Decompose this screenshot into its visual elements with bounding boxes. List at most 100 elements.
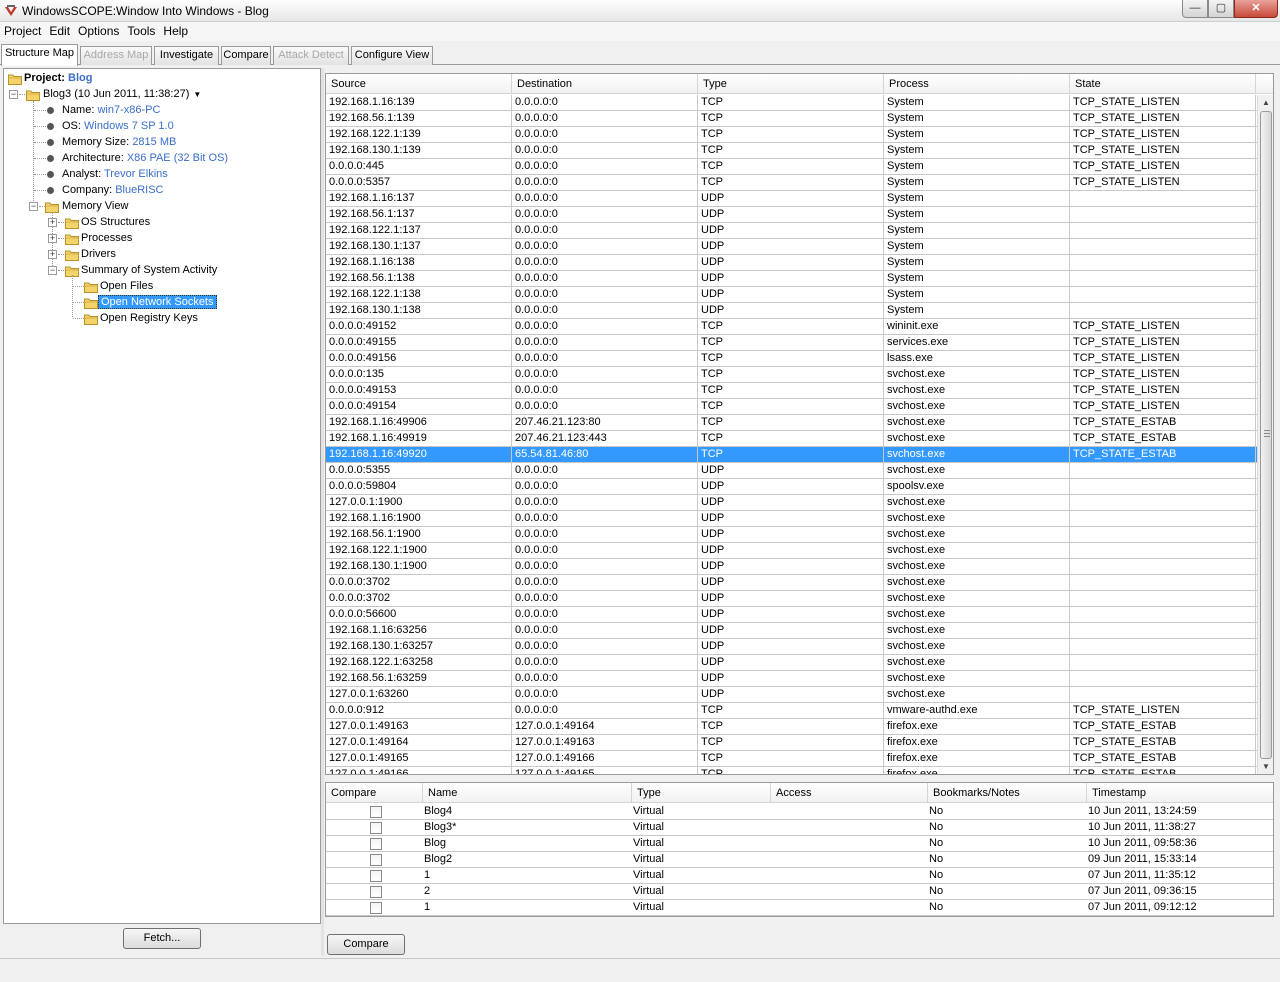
table-row[interactable]: 192.168.1.16:49920 65.54.81.46:80 TCP svcho… [326, 447, 1258, 463]
compare-checkbox[interactable] [370, 902, 382, 914]
table-row[interactable]: 192.168.122.1:138 0.0.0.0:0 UDP System [326, 287, 1258, 303]
expand-icon[interactable]: + [48, 218, 57, 227]
compare-checkbox[interactable] [370, 822, 382, 834]
table-row[interactable]: Blog2 Virtual No 09 Jun 2011, 15:33:14 [326, 852, 1273, 868]
tab-structure-map[interactable]: Structure Map [1, 44, 78, 66]
compare-button[interactable]: Compare [327, 934, 405, 955]
name-column-header[interactable]: Name [423, 783, 632, 803]
table-row[interactable]: 192.168.130.1:137 0.0.0.0:0 UDP System [326, 239, 1258, 255]
property-node[interactable]: Company: BlueRISC [62, 182, 164, 198]
property-node[interactable]: Name: win7-x86-PC [62, 102, 160, 118]
property-node[interactable]: Memory Size: 2815 MB [62, 134, 176, 150]
memory-view-collapse-icon[interactable]: − [29, 202, 38, 211]
table-row[interactable]: 127.0.0.1:49166 127.0.0.1:49165 TCP firefox… [326, 767, 1258, 774]
table-row[interactable]: 192.168.56.1:63259 0.0.0.0:0 UDP svchost.ex… [326, 671, 1258, 687]
table-row[interactable]: 127.0.0.1:49164 127.0.0.1:49163 TCP firefox… [326, 735, 1258, 751]
table-row[interactable]: 0.0.0.0:49156 0.0.0.0:0 TCP lsass.exe TCP_ST… [326, 351, 1258, 367]
property-node[interactable]: OS: Windows 7 SP 1.0 [62, 118, 174, 134]
summary-node[interactable]: Summary of System Activity [81, 262, 217, 278]
table-row[interactable]: 0.0.0.0:3702 0.0.0.0:0 UDP svchost.exe [326, 591, 1258, 607]
process-column-header[interactable]: Process [884, 74, 1070, 94]
destination-column-header[interactable]: Destination [512, 74, 698, 94]
processes-node[interactable]: Processes [81, 230, 132, 246]
table-row[interactable]: 1 Virtual No 07 Jun 2011, 09:12:12 [326, 900, 1273, 916]
type-column-header[interactable]: Type [698, 74, 884, 94]
menu-edit[interactable]: Edit [45, 22, 74, 41]
table-row[interactable]: 1 Virtual No 07 Jun 2011, 11:35:12 [326, 868, 1273, 884]
table-row[interactable]: 192.168.1.16:138 0.0.0.0:0 UDP System [326, 255, 1258, 271]
compare-checkbox[interactable] [370, 854, 382, 866]
table-row[interactable]: Blog Virtual No 10 Jun 2011, 09:58:36 [326, 836, 1273, 852]
open-files-node[interactable]: Open Files [100, 278, 153, 294]
project-node[interactable]: Project: Blog [24, 70, 92, 86]
table-row[interactable]: 192.168.1.16:137 0.0.0.0:0 UDP System [326, 191, 1258, 207]
vertical-scrollbar[interactable]: ▲ ▼ [1257, 95, 1273, 774]
table-row[interactable]: 0.0.0.0:49154 0.0.0.0:0 TCP svchost.exe TCP_… [326, 399, 1258, 415]
table-row[interactable]: 192.168.1.16:139 0.0.0.0:0 TCP System TCP_ST… [326, 95, 1258, 111]
table-row[interactable]: 0.0.0.0:912 0.0.0.0:0 TCP vmware-authd.exe T… [326, 703, 1258, 719]
tab-configure-view[interactable]: Configure View [351, 46, 433, 65]
table-row[interactable]: 192.168.130.1:138 0.0.0.0:0 UDP System [326, 303, 1258, 319]
tab-compare[interactable]: Compare [221, 46, 271, 65]
compare-checkbox[interactable] [370, 870, 382, 882]
table-row[interactable]: 192.168.122.1:63258 0.0.0.0:0 UDP svchost.e… [326, 655, 1258, 671]
scroll-up-icon[interactable]: ▲ [1258, 95, 1273, 111]
property-node[interactable]: Architecture: X86 PAE (32 Bit OS) [62, 150, 228, 166]
table-row[interactable]: 192.168.130.1:139 0.0.0.0:0 TCP System TCP_S… [326, 143, 1258, 159]
minimize-button[interactable]: — [1182, 0, 1208, 18]
table-row[interactable]: 127.0.0.1:63260 0.0.0.0:0 UDP svchost.exe [326, 687, 1258, 703]
fetch-button[interactable]: Fetch... [123, 928, 201, 949]
table-row[interactable]: 192.168.122.1:1900 0.0.0.0:0 UDP svchost.ex… [326, 543, 1258, 559]
table-row[interactable]: 2 Virtual No 07 Jun 2011, 09:36:15 [326, 884, 1273, 900]
table-row[interactable]: 192.168.122.1:137 0.0.0.0:0 UDP System [326, 223, 1258, 239]
table-row[interactable]: 0.0.0.0:56600 0.0.0.0:0 UDP svchost.exe [326, 607, 1258, 623]
table-row[interactable]: 0.0.0.0:49152 0.0.0.0:0 TCP wininit.exe TCP_… [326, 319, 1258, 335]
table-row[interactable]: 192.168.56.1:138 0.0.0.0:0 UDP System [326, 271, 1258, 287]
menu-tools[interactable]: Tools [123, 22, 159, 41]
table-row[interactable]: 0.0.0.0:3702 0.0.0.0:0 UDP svchost.exe [326, 575, 1258, 591]
maximize-button[interactable]: ▢ [1208, 0, 1234, 18]
open-network-sockets-node[interactable]: Open Network Sockets [98, 294, 217, 310]
expand-icon[interactable]: + [48, 234, 57, 243]
menu-help[interactable]: Help [159, 22, 192, 41]
compare-checkbox[interactable] [370, 838, 382, 850]
summary-collapse-icon[interactable]: − [48, 266, 57, 275]
close-button[interactable]: ✕ [1234, 0, 1278, 18]
os-structures-node[interactable]: OS Structures [81, 214, 150, 230]
table-row[interactable]: 0.0.0.0:49155 0.0.0.0:0 TCP services.exe TCP… [326, 335, 1258, 351]
menu-project[interactable]: Project [0, 22, 45, 41]
scroll-thumb[interactable] [1260, 111, 1272, 759]
splitter-handle[interactable] [321, 68, 324, 956]
type-column-header[interactable]: Type [632, 783, 771, 803]
access-column-header[interactable]: Access [771, 783, 928, 803]
table-row[interactable]: 192.168.1.16:49919 207.46.21.123:443 TCP sv… [326, 431, 1258, 447]
timestamp-column-header[interactable]: Timestamp [1087, 783, 1273, 803]
menu-options[interactable]: Options [74, 22, 123, 41]
table-row[interactable]: 192.168.130.1:1900 0.0.0.0:0 UDP svchost.ex… [326, 559, 1258, 575]
table-row[interactable]: 192.168.122.1:139 0.0.0.0:0 TCP System TCP_S… [326, 127, 1258, 143]
table-row[interactable]: Blog3* Virtual No 10 Jun 2011, 11:38:27 [326, 820, 1273, 836]
table-row[interactable]: 0.0.0.0:5355 0.0.0.0:0 UDP svchost.exe [326, 463, 1258, 479]
bookmarks-column-header[interactable]: Bookmarks/Notes [928, 783, 1087, 803]
title-bar[interactable]: WindowsSCOPE:Window Into Windows - Blog … [0, 0, 1280, 22]
table-row[interactable]: 127.0.0.1:49163 127.0.0.1:49164 TCP firefox… [326, 719, 1258, 735]
table-row[interactable]: 192.168.56.1:1900 0.0.0.0:0 UDP svchost.exe [326, 527, 1258, 543]
table-row[interactable]: 192.168.1.16:49906 207.46.21.123:80 TCP svc… [326, 415, 1258, 431]
source-column-header[interactable]: Source [326, 74, 512, 94]
tab-investigate[interactable]: Investigate [154, 46, 219, 65]
compare-checkbox[interactable] [370, 806, 382, 818]
drivers-node[interactable]: Drivers [81, 246, 116, 262]
snapshot-collapse-icon[interactable]: − [9, 90, 18, 99]
table-row[interactable]: 0.0.0.0:49153 0.0.0.0:0 TCP svchost.exe TCP_… [326, 383, 1258, 399]
table-row[interactable]: 192.168.56.1:137 0.0.0.0:0 UDP System [326, 207, 1258, 223]
property-node[interactable]: Analyst: Trevor Elkins [62, 166, 168, 182]
scroll-down-icon[interactable]: ▼ [1258, 759, 1273, 774]
snapshot-node[interactable]: Blog3 (10 Jun 2011, 11:38:27) ▼ [43, 86, 201, 102]
table-row[interactable]: 0.0.0.0:135 0.0.0.0:0 TCP svchost.exe TCP_ST… [326, 367, 1258, 383]
open-registry-keys-node[interactable]: Open Registry Keys [100, 310, 198, 326]
table-row[interactable]: 0.0.0.0:5357 0.0.0.0:0 TCP System TCP_STATE_… [326, 175, 1258, 191]
table-row[interactable]: 0.0.0.0:59804 0.0.0.0:0 UDP spoolsv.exe [326, 479, 1258, 495]
table-row[interactable]: 192.168.130.1:63257 0.0.0.0:0 UDP svchost.e… [326, 639, 1258, 655]
table-row[interactable]: 127.0.0.1:1900 0.0.0.0:0 UDP svchost.exe [326, 495, 1258, 511]
expand-icon[interactable]: + [48, 250, 57, 259]
